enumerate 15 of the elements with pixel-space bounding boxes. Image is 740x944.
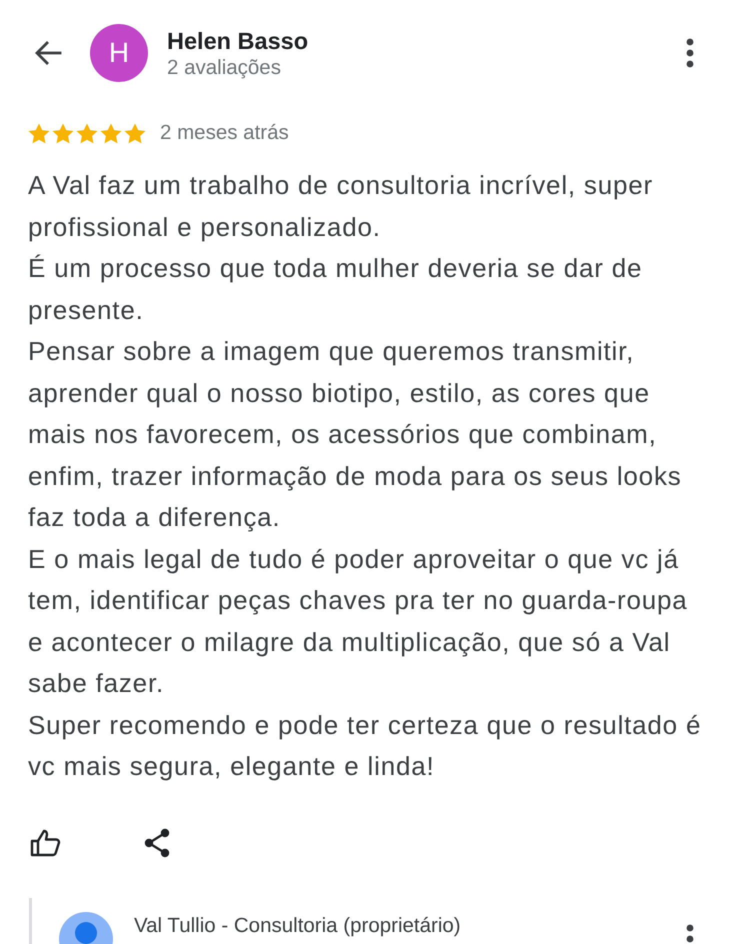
star-icon [28,122,50,144]
thumbs-up-icon[interactable] [30,828,61,856]
share-icon[interactable] [143,828,171,858]
review-text: A Val faz um trabalho de consultoria incrível, super profissional e personalizado. É um processo que toda mulher deveria se dar de presente. Pensar sobre a imagem que queremos transmitir, aprender qual o nosso biotipo, estilo, as cores que mais nos favorecem, os acessórios que combinam, enfim, trazer informação de moda para os seus looks faz toda a diferença. E o mais legal de tudo é poder aproveitar o que vc já tem, identificar peças chaves pra ter no guarda-roupa e acontecer o milagre da multiplicação, que só a Val sabe fazer. Super recomendo e pode ter certeza que o resultado é vc mais segura, elegante e linda! [28,169,702,783]
star-icon [124,122,146,144]
review-time: 2 meses atrás [160,121,289,145]
back-arrow-icon[interactable] [34,41,62,65]
review-count: 2 avaliações [167,54,281,80]
star-icon [76,122,98,144]
owner-reply-author: Val Tullio - Consultoria (proprietário) [134,914,462,938]
star-icon [52,122,74,144]
avatar: H [90,24,148,82]
reviewer-name: Helen Basso [167,26,308,54]
star-icon [100,122,122,144]
more-options-icon[interactable] [686,38,694,68]
